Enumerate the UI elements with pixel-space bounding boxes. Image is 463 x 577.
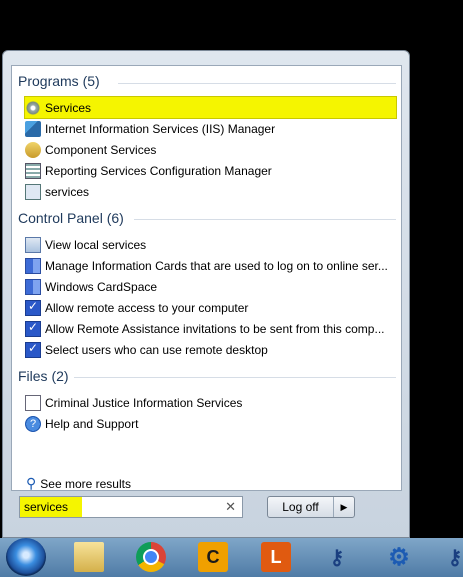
result-label: Windows CardSpace (45, 279, 158, 294)
files-divider (74, 377, 396, 378)
result-label: Internet Information Services (IIS) Mana… (45, 121, 276, 136)
windows-explorer-icon[interactable] (74, 542, 104, 572)
clear-search-icon[interactable]: ✕ (225, 499, 236, 515)
result-label: View local services (45, 237, 147, 252)
start-menu: Programs (5) Services Internet Informati… (2, 50, 410, 538)
result-label: Component Services (45, 142, 157, 157)
result-select-remote-desktop-users[interactable]: Select users who can use remote desktop (25, 339, 396, 360)
gear-icon[interactable]: ⚙ (384, 542, 414, 572)
result-label: Help and Support (45, 416, 139, 431)
result-windows-cardspace[interactable]: Windows CardSpace (25, 276, 396, 297)
control-panel-divider (134, 219, 396, 220)
log-off-button[interactable]: Log off ▶ (267, 496, 355, 518)
help-icon: ? (25, 415, 41, 432)
programs-header[interactable]: Programs (5) (18, 73, 100, 89)
see-more-label: See more results (40, 476, 131, 491)
result-help-and-support[interactable]: ? Help and Support (25, 413, 396, 434)
reporting-services-icon (25, 162, 41, 179)
system-check-icon (25, 320, 41, 337)
system-check-icon (25, 341, 41, 358)
shutdown-options-arrow-icon[interactable]: ▶ (334, 497, 354, 517)
result-component-services[interactable]: Component Services (25, 139, 396, 160)
app-l-icon[interactable]: L (261, 542, 291, 572)
search-box[interactable]: ✕ (19, 496, 243, 518)
see-more-results-link[interactable]: ⚲ See more results (26, 475, 131, 492)
result-label: Allow remote access to your computer (45, 300, 249, 315)
app-c-icon[interactable]: C (198, 542, 228, 572)
result-iis-manager[interactable]: Internet Information Services (IIS) Mana… (25, 118, 396, 139)
log-off-label[interactable]: Log off (268, 497, 334, 517)
cardspace-icon (25, 278, 41, 295)
result-allow-remote-assistance[interactable]: Allow Remote Assistance invitations to b… (25, 318, 396, 339)
result-label: services (45, 184, 90, 199)
result-allow-remote-access[interactable]: Allow remote access to your computer (25, 297, 396, 318)
result-manage-information-cards[interactable]: Manage Information Cards that are used t… (25, 255, 396, 276)
result-criminal-justice-services[interactable]: Criminal Justice Information Services (25, 392, 396, 413)
search-results-panel: Programs (5) Services Internet Informati… (11, 65, 402, 491)
chrome-icon[interactable] (136, 542, 166, 572)
result-view-local-services[interactable]: View local services (25, 234, 396, 255)
result-label: Services (45, 100, 92, 115)
cardspace-icon (25, 257, 41, 274)
key-icon[interactable]: ⚷ (440, 542, 463, 572)
keys-icon[interactable]: ⚷ (322, 542, 352, 572)
result-services-msc[interactable]: services (25, 181, 396, 202)
programs-divider (118, 83, 396, 84)
taskbar: C L ⚷ ⚙ ⚷ (0, 538, 463, 577)
result-label: Manage Information Cards that are used t… (45, 258, 388, 273)
component-services-icon (25, 141, 41, 158)
document-icon (25, 394, 41, 411)
result-label: Criminal Justice Information Services (45, 395, 243, 410)
result-reporting-services[interactable]: Reporting Services Configuration Manager (25, 160, 396, 181)
result-label: Reporting Services Configuration Manager (45, 163, 272, 178)
system-check-icon (25, 299, 41, 316)
start-orb-button[interactable] (6, 538, 46, 576)
control-panel-header[interactable]: Control Panel (6) (18, 210, 124, 226)
services-gear-icon (25, 99, 41, 116)
files-header[interactable]: Files (2) (18, 368, 69, 384)
result-label: Allow Remote Assistance invitations to b… (45, 321, 385, 336)
result-label: Select users who can use remote desktop (45, 342, 268, 357)
window-icon (25, 183, 41, 200)
search-icon: ⚲ (26, 475, 37, 491)
search-input[interactable] (24, 498, 224, 516)
iis-manager-icon (25, 120, 41, 137)
result-services[interactable]: Services (24, 96, 397, 119)
view-services-icon (25, 236, 41, 253)
